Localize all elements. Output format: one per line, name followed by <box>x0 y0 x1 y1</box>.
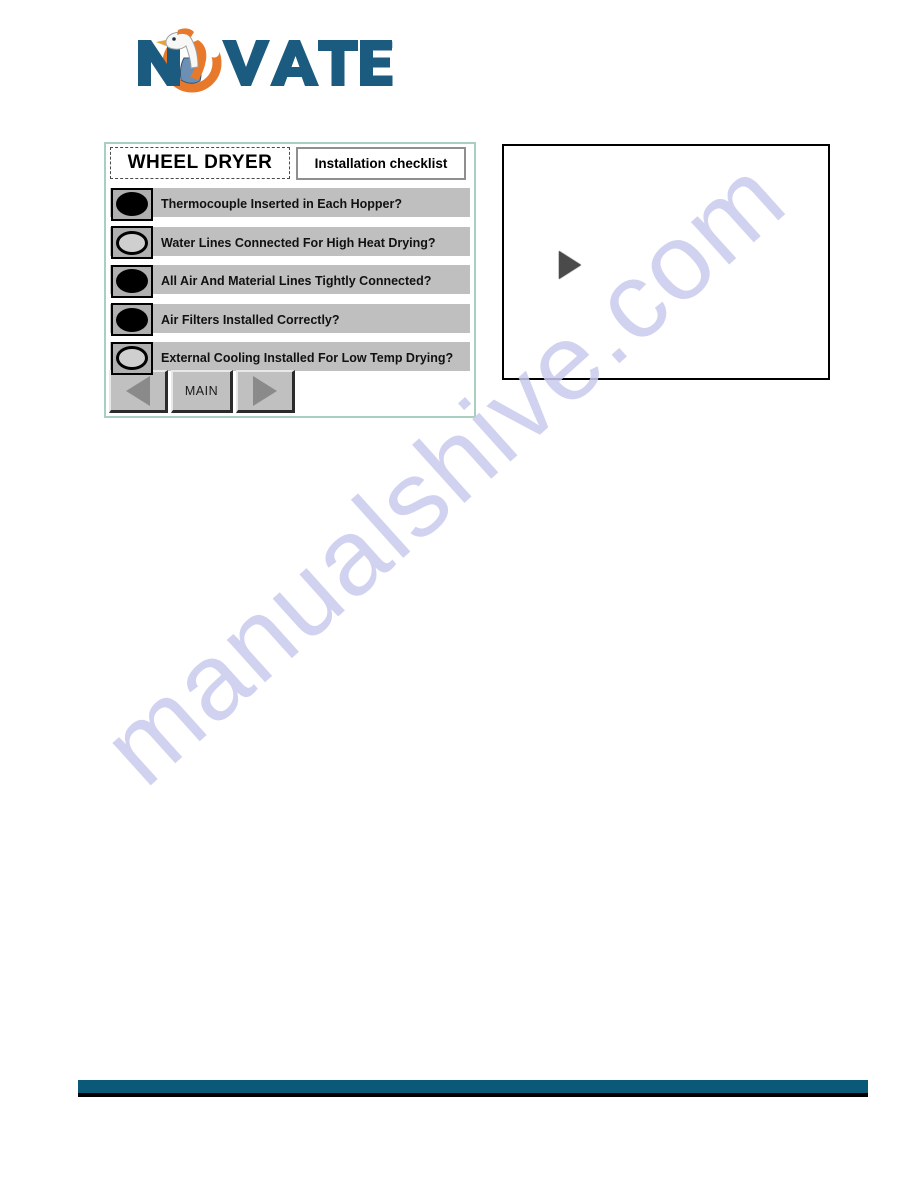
checklist-item-label: Water Lines Connected For High Heat Dryi… <box>161 235 436 250</box>
novatec-logo-svg: TM <box>138 28 393 93</box>
footer-rule <box>78 1080 868 1093</box>
main-menu-button[interactable]: MAIN <box>171 370 233 413</box>
status-indicator-lamp[interactable] <box>111 264 153 298</box>
logo-trademark: TM <box>380 40 393 50</box>
checklist-item[interactable]: Thermocouple Inserted in Each Hopper? <box>108 185 472 224</box>
next-page-button[interactable] <box>236 370 295 413</box>
previous-page-button[interactable] <box>109 370 168 413</box>
checklist-item[interactable]: Air Filters Installed Correctly? <box>108 301 472 340</box>
novatec-logo: TM <box>118 18 398 96</box>
lamp-glyph-on <box>116 192 148 217</box>
lamp-glyph-off <box>116 230 148 255</box>
checklist-item-label: All Air And Material Lines Tightly Conne… <box>161 274 432 289</box>
lamp-glyph-on <box>116 269 148 294</box>
checklist-item-label: Air Filters Installed Correctly? <box>161 312 340 327</box>
illustration-box <box>502 144 830 380</box>
hmi-checklist-panel: WHEEL DRYER Installation checklist Therm… <box>104 142 476 418</box>
lamp-glyph-off <box>116 346 148 371</box>
arrow-right-icon <box>253 376 277 406</box>
footer-rule-shadow <box>78 1093 868 1097</box>
checklist-rows: Thermocouple Inserted in Each Hopper? Wa… <box>108 185 472 378</box>
play-triangle-icon[interactable] <box>559 251 581 279</box>
screen-title-button[interactable]: Installation checklist <box>296 147 466 180</box>
hmi-panel-inner: WHEEL DRYER Installation checklist Therm… <box>106 144 474 416</box>
status-indicator-lamp[interactable] <box>111 303 153 337</box>
lamp-glyph-on <box>116 307 148 332</box>
machine-title: WHEEL DRYER <box>110 147 290 179</box>
status-indicator-lamp[interactable] <box>111 226 153 260</box>
status-indicator-lamp[interactable] <box>111 341 153 375</box>
hmi-navigation-bar: MAIN <box>109 370 298 413</box>
checklist-item[interactable]: All Air And Material Lines Tightly Conne… <box>108 262 472 301</box>
arrow-left-icon <box>126 376 150 406</box>
checklist-item-label: Thermocouple Inserted in Each Hopper? <box>161 197 403 212</box>
hmi-header-row: WHEEL DRYER Installation checklist <box>108 146 472 184</box>
checklist-item-label: External Cooling Installed For Low Temp … <box>161 351 454 366</box>
checklist-item[interactable]: Water Lines Connected For High Heat Dryi… <box>108 224 472 263</box>
status-indicator-lamp[interactable] <box>111 187 153 221</box>
